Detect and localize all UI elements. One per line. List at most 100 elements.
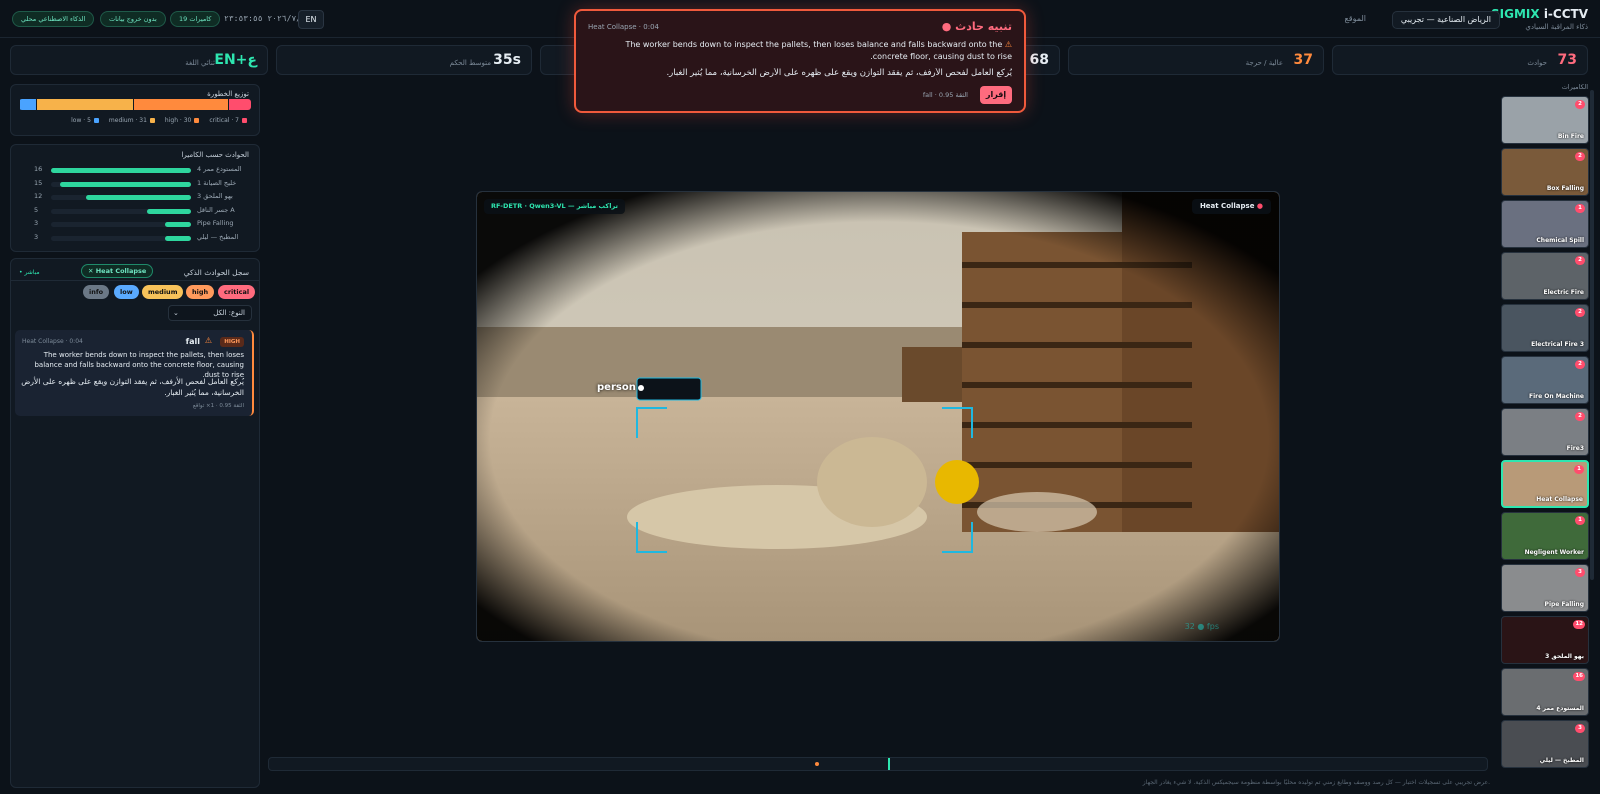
camera-thumbnail[interactable]: 2 Bin Fire (1501, 96, 1589, 144)
camera-name: Pipe Falling (197, 219, 234, 227)
by-camera-title: الحوادث حسب الكاميرا (181, 151, 249, 159)
camera-thumbnail[interactable]: 3 المطبخ — ليلي (1501, 720, 1589, 768)
language-toggle-button[interactable]: EN (298, 10, 324, 29)
chip-high[interactable]: high (186, 285, 215, 299)
legend-text: high · 30 (164, 117, 192, 124)
thumbnail-badge: 3 (1575, 568, 1585, 577)
camera-name: جسر الناقل A (197, 205, 235, 214)
camera-name-tag: Heat Collapse ● (1191, 199, 1271, 214)
kpi-avg-verdict: 35s متوسط الحكم (276, 45, 532, 75)
warning-icon: ⚠ (204, 336, 212, 345)
thumbnail-badge: 2 (1575, 100, 1585, 109)
camera-thumbnail[interactable]: 1 Chemical Spill (1501, 200, 1589, 248)
camera-bar (51, 168, 191, 173)
thumbnail-badge: 2 (1575, 360, 1585, 369)
alert-confidence: الثقة 0.95 · fall (922, 91, 968, 99)
camera-thumbnail[interactable]: 3 Pipe Falling (1501, 564, 1589, 612)
kpi-label: عالية / حرجة (1245, 59, 1283, 67)
detection-label: person (597, 382, 636, 393)
pill-no-egress: بدون خروج بيانات (100, 11, 166, 27)
card-ack: 1× تواقع (192, 403, 215, 409)
camera-thumbnail[interactable]: 12 بهو الملحق 3 (1501, 616, 1589, 664)
timeline-playhead[interactable] (888, 758, 890, 770)
severity-segment-critical (229, 99, 251, 110)
card-meta: Heat Collapse · 0:04 (22, 338, 83, 345)
type-select[interactable]: ⌄ النوع: الكل (168, 305, 252, 321)
camera-name: المطبخ — ليلي (197, 232, 239, 241)
camera-name: Heat Collapse (1199, 202, 1255, 210)
camera-thumbnail[interactable]: 1 Negligent Worker (1501, 512, 1589, 560)
camera-thumbnail[interactable]: 2 Fire On Machine (1501, 356, 1589, 404)
camera-bar-track (51, 222, 191, 227)
severity-bar (19, 99, 251, 110)
camera-row[interactable]: 16 المستودع ممر 4 (11, 164, 261, 177)
camera-thumbnails: 2 Bin Fire 2 Box Falling 1 Chemical Spill 2 Ele… (1498, 82, 1589, 794)
log-title: سجل الحوادث الذكي (183, 268, 249, 277)
thumbnail-label: Heat Collapse (1536, 496, 1583, 503)
severity-legend: critical · 7 high · 30 medium · 31 low ·… (71, 117, 247, 124)
thumbnail-badge: 16 (1573, 672, 1585, 681)
thumbnail-scrollbar[interactable] (1590, 90, 1594, 580)
legend-swatch (149, 118, 155, 123)
kpi-high-critical: 37 عالية / حرجة (1068, 45, 1324, 75)
camera-thumbnail[interactable]: 2 Electrical Fire 3 (1501, 304, 1589, 352)
camera-row[interactable]: 5 جسر الناقل A (11, 205, 261, 218)
legend-critical: critical · 7 (209, 117, 247, 124)
model-tag: RF-DETR · Qwen3-VL — تراكب مباشر (484, 199, 625, 214)
pill-cameras: 19 كاميرات (170, 11, 221, 27)
camera-count: 5 (34, 205, 39, 214)
camera-thumbnail[interactable]: 1 Heat Collapse (1501, 460, 1589, 508)
chip-low[interactable]: low (114, 285, 139, 299)
card-type: fall (185, 337, 200, 346)
warning-icon: ⚠ (1002, 40, 1012, 49)
kpi-label: متوسط الحكم (449, 59, 491, 67)
camera-row[interactable]: 15 خليج الصيانة 1 (11, 178, 261, 191)
card-text-ar: يُركع العامل لفحص الأرفف، ثم يفقد التواز… (21, 377, 244, 397)
card-confidence: الثقة 0.95 (219, 403, 244, 409)
legend-text: medium · 31 (108, 117, 147, 124)
thumbnail-label: Box Falling (1546, 185, 1584, 192)
alert-ack-button[interactable]: إقرار (980, 86, 1012, 104)
thumbnail-badge: 12 (1573, 620, 1585, 629)
severity-segment-medium (36, 99, 134, 110)
alert-title-text: تنبيه حادث (955, 20, 1012, 33)
chip-medium[interactable]: medium (142, 285, 184, 299)
camera-name: خليج الصيانة 1 (197, 178, 237, 187)
timeline-bar[interactable] (268, 757, 1488, 771)
recording-dot-icon: ● (1256, 202, 1263, 210)
camera-thumbnail[interactable]: 16 المستودع ممر 4 (1501, 668, 1589, 716)
app-root: SIGMIX i-CCTV ذكاء المراقبة السيادي الري… (0, 0, 1600, 794)
severity-panel: توزيع الخطورة critical · 7 high · 30 med… (10, 84, 260, 136)
camera-thumbnail[interactable]: 2 Electric Fire (1501, 252, 1589, 300)
kpi-value: 73 (1557, 52, 1577, 68)
legend-text: low · 5 (71, 117, 91, 124)
camera-row[interactable]: 12 بهو الملحق 3 (11, 191, 261, 204)
thumbnail-label: المطبخ — ليلي (1539, 757, 1584, 764)
thumbnail-label: Electric Fire (1543, 289, 1585, 296)
card-badge: HIGH (220, 337, 244, 347)
thumbnail-label: Chemical Spill (1536, 237, 1584, 244)
thumbnail-badge: 3 (1575, 724, 1585, 733)
legend-low: low · 5 (71, 117, 99, 124)
camera-row[interactable]: 3 Pipe Falling (11, 218, 261, 231)
chip-critical[interactable]: critical (218, 285, 256, 299)
chip-info[interactable]: info (83, 285, 110, 299)
filter-chip-label: Heat Collapse (95, 267, 147, 275)
kpi-value: 68 (1029, 52, 1049, 68)
video-feed[interactable]: RF-DETR · Qwen3-VL — تراكب مباشر Heat Co… (476, 191, 1280, 642)
camera-name: بهو الملحق 3 (197, 192, 233, 200)
incident-card[interactable]: HIGH ⚠ fall Heat Collapse · 0:04 The wor… (15, 330, 254, 416)
site-selector[interactable]: الرياض الصناعية — تجريبي (1391, 11, 1500, 29)
camera-bar (147, 208, 191, 214)
kpi-incidents: 73 حوادث (1332, 45, 1588, 75)
type-select-value: النوع: الكل (213, 309, 245, 317)
close-icon[interactable]: ✕ (88, 267, 96, 275)
camera-thumbnail[interactable]: 2 Fire3 (1501, 408, 1589, 456)
footer-disclaimer: عرض تجريبي على تسجيلات اختبار — كل رصد و… (1142, 779, 1490, 786)
card-footer: الثقة 0.95 · 1× تواقع (192, 403, 244, 409)
camera-row[interactable]: 3 المطبخ — ليلي (11, 232, 261, 245)
camera-thumbnail[interactable]: 2 Box Falling (1501, 148, 1589, 196)
legend-text: critical · 7 (209, 117, 239, 124)
thumbnail-badge: 2 (1575, 412, 1585, 421)
filter-chip-heat-collapse[interactable]: ✕ Heat Collapse (81, 264, 154, 278)
